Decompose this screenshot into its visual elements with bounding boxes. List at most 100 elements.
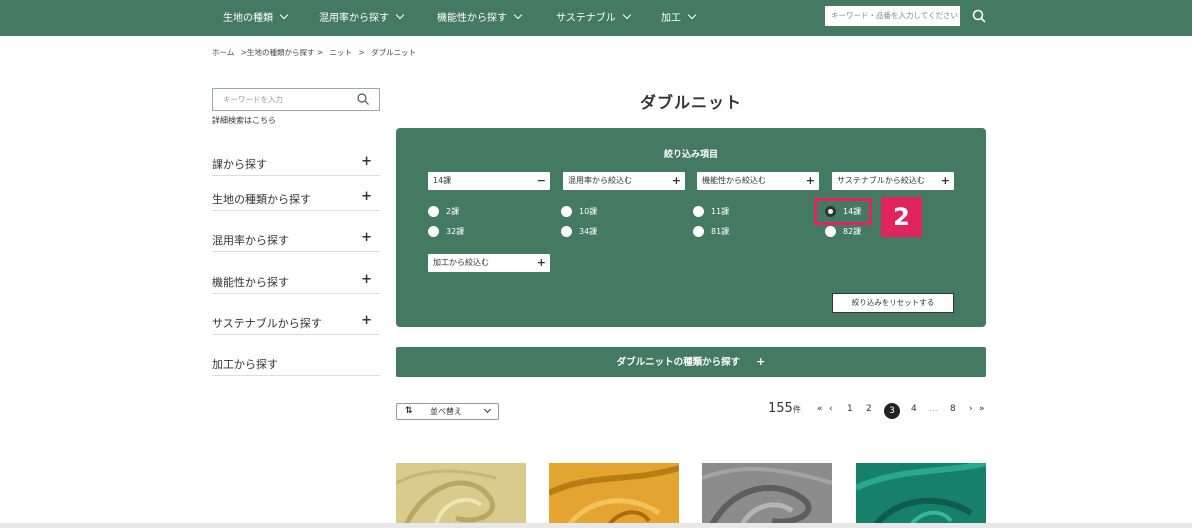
radio-option[interactable]: 81課 xyxy=(693,226,729,237)
option-label: 2課 xyxy=(446,207,460,216)
sidebar-item-label: サステナブルから探す xyxy=(212,317,322,330)
page-link[interactable]: 4 xyxy=(911,404,917,414)
dropdown-label: 14課 xyxy=(433,176,452,185)
sort-label: 並べ替え xyxy=(430,407,462,416)
plus-icon: + xyxy=(361,154,372,169)
step-badge: 2 xyxy=(881,197,922,237)
breadcrumb-separator: > xyxy=(358,48,365,57)
section-dropdown[interactable]: 14課 − xyxy=(428,172,550,190)
option-label: 81課 xyxy=(711,227,730,236)
chevron-down-icon xyxy=(279,10,289,19)
nav-item-fabric-types[interactable]: 生地の種類 xyxy=(223,0,289,32)
sustainable-dropdown[interactable]: サステナブルから絞込む + xyxy=(832,172,954,190)
dropdown-label: サステナブルから絞込む xyxy=(837,176,925,185)
nav-item-processing[interactable]: 加工 xyxy=(661,0,697,32)
plus-icon: + xyxy=(940,174,950,187)
knit-type-accordion[interactable]: ダブルニットの種類から探す + xyxy=(396,347,986,377)
sidebar-item-processing[interactable]: 加工から探す xyxy=(212,352,380,376)
radio-button[interactable] xyxy=(428,206,439,217)
option-label: 32課 xyxy=(446,227,465,236)
page-link[interactable]: 2 xyxy=(866,404,872,414)
last-page-button[interactable]: » xyxy=(979,404,985,414)
processing-dropdown[interactable]: 加工から絞込む + xyxy=(428,254,550,272)
sidebar-item-function[interactable]: 機能性から探す + xyxy=(212,270,380,294)
radio-option[interactable]: 11課 xyxy=(693,206,729,217)
dropdown-label: 混用率から絞込む xyxy=(568,176,632,185)
highlight-box xyxy=(814,198,872,225)
radio-button[interactable] xyxy=(693,226,704,237)
sidebar-item-fabric-types[interactable]: 生地の種類から探す + xyxy=(212,187,380,211)
page-current[interactable]: 3 xyxy=(884,403,900,419)
result-count: 155件 xyxy=(768,401,801,416)
top-nav: 生地の種類 混用率から探す 機能性から探す サステナブル 加工 キーワード・品番… xyxy=(0,0,1192,36)
plus-icon: + xyxy=(805,174,815,187)
radio-option[interactable]: 10課 xyxy=(561,206,597,217)
reset-filter-button[interactable]: 絞り込みをリセットする xyxy=(832,293,954,313)
radio-button[interactable] xyxy=(825,226,836,237)
plus-icon: + xyxy=(361,189,372,204)
nav-item-label: 混用率から探す xyxy=(319,12,389,24)
plus-icon: + xyxy=(361,313,372,328)
sidebar-item-label: 加工から探す xyxy=(212,358,278,371)
product-image[interactable] xyxy=(856,463,986,525)
nav-item-label: 生地の種類 xyxy=(223,12,273,24)
first-page-button[interactable]: « xyxy=(817,404,823,414)
radio-option[interactable]: 82課 xyxy=(825,226,861,237)
nav-item-label: 機能性から探す xyxy=(437,12,507,24)
minus-icon: − xyxy=(536,174,546,187)
sidebar-item-label: 機能性から探す xyxy=(212,276,289,289)
filter-panel: 絞り込み項目 14課 − 混用率から絞込む + 機能性から絞込む + サステナブルから… xyxy=(396,128,986,327)
page-bottom-edge xyxy=(0,523,1192,528)
breadcrumb-knit[interactable]: ニット xyxy=(330,48,353,57)
breadcrumb-fabric-types[interactable]: >生地の種類から探す > xyxy=(241,48,323,57)
radio-button[interactable] xyxy=(561,226,572,237)
result-count-unit: 件 xyxy=(792,405,801,414)
option-label: 34課 xyxy=(579,227,598,236)
accordion-label: ダブルニットの種類から探す xyxy=(616,357,741,368)
nav-item-label: サステナブル xyxy=(556,12,616,24)
dropdown-label: 機能性から絞込む xyxy=(702,176,766,185)
radio-button[interactable] xyxy=(693,206,704,217)
plus-icon: + xyxy=(361,272,372,287)
option-label: 10課 xyxy=(579,207,598,216)
search-icon[interactable] xyxy=(972,9,986,23)
next-page-button[interactable]: › xyxy=(969,404,973,414)
plus-icon: + xyxy=(536,256,546,269)
search-icon[interactable] xyxy=(357,93,369,105)
option-label: 82課 xyxy=(843,227,862,236)
chevron-down-icon xyxy=(687,10,697,19)
plus-icon: + xyxy=(361,230,372,245)
page-title: ダブルニット xyxy=(639,93,742,112)
blend-ratio-dropdown[interactable]: 混用率から絞込む + xyxy=(563,172,685,190)
nav-item-label: 加工 xyxy=(661,12,681,24)
nav-item-blend-ratio[interactable]: 混用率から探す xyxy=(319,0,405,32)
plus-icon: + xyxy=(671,174,681,187)
function-dropdown[interactable]: 機能性から絞込む + xyxy=(697,172,819,190)
chevron-down-icon xyxy=(483,405,492,414)
advanced-search-link[interactable]: 詳細検索はこちら xyxy=(212,115,276,126)
product-image[interactable] xyxy=(702,463,832,525)
page-link[interactable]: 1 xyxy=(847,404,853,414)
top-search-input[interactable]: キーワード・品番を入力してください xyxy=(825,6,960,26)
chevron-down-icon xyxy=(395,10,405,19)
sidebar-item-sustainable[interactable]: サステナブルから探す + xyxy=(212,311,380,335)
radio-button[interactable] xyxy=(428,226,439,237)
breadcrumb: ホーム >生地の種類から探す > ニット > ダブルニット xyxy=(212,47,420,58)
radio-option[interactable]: 2課 xyxy=(428,206,459,217)
radio-button[interactable] xyxy=(561,206,572,217)
radio-option[interactable]: 34課 xyxy=(561,226,597,237)
nav-item-sustainable[interactable]: サステナブル xyxy=(556,0,632,32)
breadcrumb-home[interactable]: ホーム xyxy=(212,48,234,57)
page-ellipsis: ... xyxy=(929,404,938,414)
sidebar-search-input[interactable]: キーワードを入力 xyxy=(212,88,380,111)
radio-option[interactable]: 32課 xyxy=(428,226,464,237)
sidebar-item-section[interactable]: 課から探す + xyxy=(212,152,380,176)
result-count-value: 155 xyxy=(768,401,793,416)
product-image[interactable] xyxy=(396,463,526,525)
product-image[interactable] xyxy=(549,463,679,525)
sidebar-item-blend-ratio[interactable]: 混用率から探す + xyxy=(212,228,380,252)
nav-item-function[interactable]: 機能性から探す xyxy=(437,0,523,32)
sort-select[interactable]: ⇅ 並べ替え xyxy=(396,403,499,420)
prev-page-button[interactable]: ‹ xyxy=(829,404,833,414)
page-link[interactable]: 8 xyxy=(950,404,956,414)
